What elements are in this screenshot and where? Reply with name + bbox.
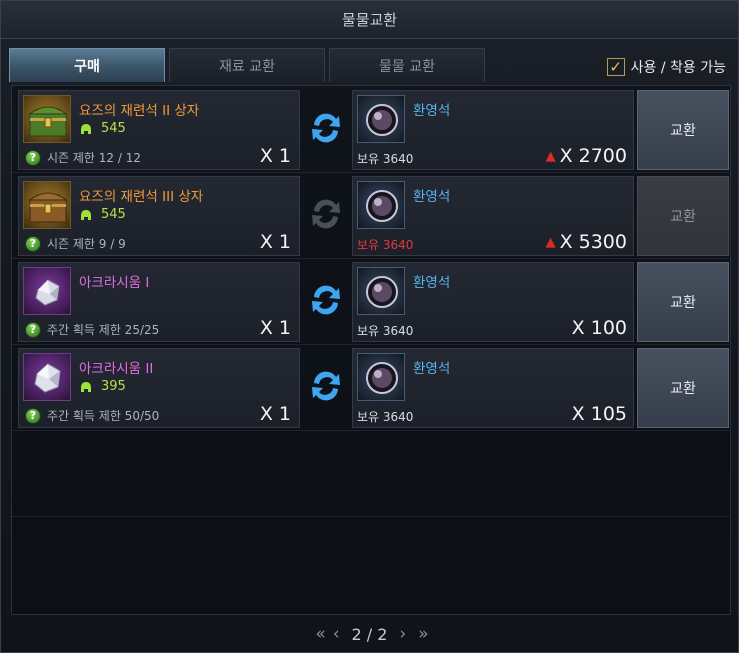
reward-item-name: 아크라시움 I — [79, 275, 150, 291]
exchange-row: 아크라시움 II 395 ? 주간 획득 제한 50/50 X 1 환영석 보유… — [16, 346, 729, 428]
reward-quantity: X 1 — [259, 145, 291, 167]
reward-quantity: X 1 — [259, 317, 291, 339]
tab-barter-exchange[interactable]: 물물 교환 — [329, 48, 485, 82]
help-icon[interactable]: ? — [25, 407, 41, 424]
prev-page-icon[interactable]: ‹ — [333, 625, 340, 643]
item-level-value: 545 — [101, 121, 126, 136]
reward-item-card[interactable]: 요즈의 재련석 III 상자 545 ? 시즌 제한 9 / 9 X 1 — [18, 176, 300, 256]
exchange-row: 요즈의 재련석 II 상자 545 ? 시즌 제한 12 / 12 X 1 환영… — [16, 88, 729, 170]
pagination: « ‹ 2 / 2 › » — [1, 615, 738, 653]
row-divider — [12, 344, 730, 345]
exchange-arrows-icon — [312, 199, 340, 229]
treasure-chest-bronze-icon — [23, 181, 71, 229]
help-icon[interactable]: ? — [25, 149, 41, 166]
purchase-limit: ? 시즌 제한 9 / 9 — [25, 235, 126, 252]
crystal-shard-icon — [23, 353, 71, 401]
exchange-button[interactable]: 교환 — [637, 90, 729, 170]
help-icon[interactable]: ? — [25, 235, 41, 252]
tab-material-exchange[interactable]: 재료 교환 — [169, 48, 325, 82]
phantom-orb-icon — [357, 267, 405, 315]
purchase-limit-text: 시즌 제한 12 / 12 — [47, 151, 142, 165]
row-divider — [12, 430, 730, 431]
row-divider — [12, 258, 730, 259]
cost-amount-value: X 5300 — [559, 231, 627, 253]
reward-item-name: 요즈의 재련석 II 상자 — [79, 103, 200, 119]
helmet-icon — [81, 123, 91, 134]
cost-item-name: 환영석 — [413, 361, 451, 377]
helmet-icon — [81, 209, 91, 220]
cost-item-name: 환영석 — [413, 189, 451, 205]
cost-amount: ▲ X 5300 — [546, 231, 627, 253]
price-increase-icon: ▲ — [545, 234, 556, 250]
help-icon[interactable]: ? — [25, 321, 41, 338]
reward-item-card[interactable]: 아크라시움 II 395 ? 주간 획득 제한 50/50 X 1 — [18, 348, 300, 428]
reward-quantity: X 1 — [259, 403, 291, 425]
exchange-button[interactable]: 교환 — [637, 176, 729, 256]
owned-amount: 보유 3640 — [357, 152, 414, 166]
item-level-value: 545 — [101, 207, 126, 222]
row-divider — [12, 516, 730, 517]
item-level: 395 — [79, 379, 126, 394]
exchange-button[interactable]: 교환 — [637, 348, 729, 428]
cost-item-card[interactable]: 환영석 보유 3640 ▲ X 5300 — [352, 176, 634, 256]
owned-amount: 보유 3640 — [357, 410, 414, 424]
cost-item-name: 환영석 — [413, 275, 451, 291]
usable-filter-label: 사용 / 착용 가능 — [630, 60, 726, 76]
owned-amount: 보유 3640 — [357, 238, 414, 252]
purchase-limit-text: 주간 획득 제한 25/25 — [47, 323, 160, 337]
reward-quantity: X 1 — [259, 231, 291, 253]
cost-amount-value: X 105 — [571, 403, 627, 425]
tab-purchase[interactable]: 구매 — [9, 48, 165, 82]
item-level: 545 — [79, 207, 126, 222]
exchange-arrows-icon — [312, 371, 340, 401]
purchase-limit-text: 주간 획득 제한 50/50 — [47, 409, 160, 423]
purchase-limit: ? 주간 획득 제한 25/25 — [25, 321, 159, 338]
cost-amount: X 105 — [572, 403, 627, 425]
cost-item-name: 환영석 — [413, 103, 451, 119]
window-title: 물물교환 — [1, 1, 738, 39]
cost-amount: ▲ X 2700 — [546, 145, 627, 167]
helmet-icon — [81, 381, 91, 392]
exchange-row: 아크라시움 I ? 주간 획득 제한 25/25 X 1 환영석 보유 3640… — [16, 260, 729, 342]
phantom-orb-icon — [357, 95, 405, 143]
cost-amount-value: X 100 — [571, 317, 627, 339]
crystal-shard-icon — [23, 267, 71, 315]
exchange-arrows-icon — [312, 285, 340, 315]
price-increase-icon: ▲ — [545, 148, 556, 164]
reward-item-name: 요즈의 재련석 III 상자 — [79, 189, 204, 205]
item-level: 545 — [79, 121, 126, 136]
tab-bar: 구매 재료 교환 물물 교환 — [9, 48, 485, 82]
barter-window: 물물교환 구매 재료 교환 물물 교환 ✓ 사용 / 착용 가능 요즈의 재련석… — [0, 0, 739, 653]
exchange-list: 요즈의 재련석 II 상자 545 ? 시즌 제한 12 / 12 X 1 환영… — [11, 85, 731, 615]
cost-item-card[interactable]: 환영석 보유 3640 X 105 — [352, 348, 634, 428]
phantom-orb-icon — [357, 181, 405, 229]
cost-item-card[interactable]: 환영석 보유 3640 X 100 — [352, 262, 634, 342]
cost-amount-value: X 2700 — [559, 145, 627, 167]
phantom-orb-icon — [357, 353, 405, 401]
exchange-button[interactable]: 교환 — [637, 262, 729, 342]
treasure-chest-green-icon — [23, 95, 71, 143]
next-page-icon[interactable]: › — [399, 625, 406, 643]
cost-item-card[interactable]: 환영석 보유 3640 ▲ X 2700 — [352, 90, 634, 170]
reward-item-card[interactable]: 아크라시움 I ? 주간 획득 제한 25/25 X 1 — [18, 262, 300, 342]
row-divider — [12, 172, 730, 173]
reward-item-name: 아크라시움 II — [79, 361, 154, 377]
purchase-limit: ? 주간 획득 제한 50/50 — [25, 407, 159, 424]
owned-amount: 보유 3640 — [357, 324, 414, 338]
cost-amount: X 100 — [572, 317, 627, 339]
reward-item-card[interactable]: 요즈의 재련석 II 상자 545 ? 시즌 제한 12 / 12 X 1 — [18, 90, 300, 170]
usable-filter-checkbox[interactable]: ✓ — [606, 58, 625, 76]
exchange-arrows-icon — [312, 113, 340, 143]
usable-filter[interactable]: ✓ 사용 / 착용 가능 — [606, 57, 726, 77]
item-level-value: 395 — [101, 379, 126, 394]
first-page-icon[interactable]: « — [315, 625, 326, 643]
exchange-row: 요즈의 재련석 III 상자 545 ? 시즌 제한 9 / 9 X 1 환영석… — [16, 174, 729, 256]
page-indicator: 2 / 2 — [351, 624, 388, 644]
last-page-icon[interactable]: » — [418, 625, 429, 643]
purchase-limit: ? 시즌 제한 12 / 12 — [25, 149, 141, 166]
purchase-limit-text: 시즌 제한 9 / 9 — [47, 237, 126, 251]
